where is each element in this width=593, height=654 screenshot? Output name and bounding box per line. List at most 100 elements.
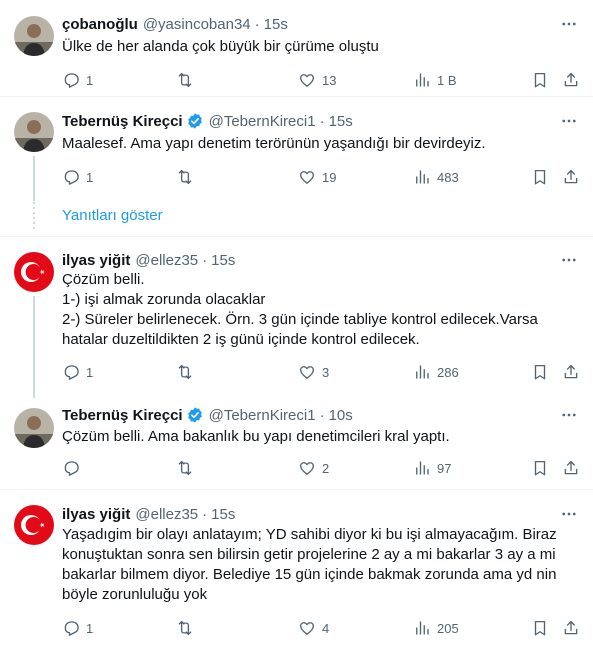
views-button[interactable]: 286 xyxy=(413,362,459,382)
like-button[interactable]: 4 xyxy=(298,618,329,638)
like-button[interactable]: 3 xyxy=(298,362,329,382)
bookmark-button[interactable] xyxy=(531,167,549,187)
tweet[interactable]: çobanoğlu @yasincoban34 · 15s Ülke de he… xyxy=(0,0,593,97)
retweet-button[interactable] xyxy=(176,70,200,90)
more-icon[interactable] xyxy=(557,405,581,425)
reply-icon xyxy=(62,619,80,637)
like-icon xyxy=(298,459,316,477)
bookmark-icon xyxy=(531,363,549,381)
user-handle[interactable]: @ellez35 xyxy=(135,506,198,523)
tweet-header: Tebernüş Kireçci @TebernKireci1 · 10s xyxy=(62,405,353,425)
retweet-icon xyxy=(176,363,194,381)
reply-button[interactable]: 1 xyxy=(62,362,93,382)
share-icon xyxy=(562,71,580,89)
retweet-button[interactable] xyxy=(176,618,200,638)
user-name[interactable]: ilyas yiğit xyxy=(62,252,130,269)
views-count: 97 xyxy=(437,460,452,476)
like-button[interactable]: 13 xyxy=(298,70,336,90)
avatar[interactable] xyxy=(14,408,54,448)
retweet-button[interactable] xyxy=(176,167,200,187)
views-button[interactable]: 205 xyxy=(413,618,459,638)
retweet-icon xyxy=(176,71,194,89)
action-bar: 1 3 286 xyxy=(62,362,582,382)
views-count: 483 xyxy=(437,169,459,185)
avatar[interactable] xyxy=(14,505,54,545)
more-icon[interactable] xyxy=(557,504,581,524)
separator-dot: · xyxy=(319,406,325,424)
more-icon[interactable] xyxy=(557,250,581,270)
avatar[interactable] xyxy=(14,112,54,152)
tweet[interactable]: Tebernüş Kireçci @TebernKireci1 · 10s Çö… xyxy=(0,394,593,490)
thread-line xyxy=(33,296,35,398)
like-icon xyxy=(298,363,316,381)
bookmark-button[interactable] xyxy=(531,70,549,90)
tweet[interactable]: ilyas yiğit @ellez35 · 15s Yaşadıgim bir… xyxy=(0,490,593,654)
reply-button[interactable]: 1 xyxy=(62,167,93,187)
retweet-button[interactable] xyxy=(176,362,200,382)
bookmark-icon xyxy=(531,619,549,637)
views-button[interactable]: 1 B xyxy=(413,70,457,90)
reply-count: 1 xyxy=(86,169,94,185)
share-button[interactable] xyxy=(562,362,580,382)
like-count: 13 xyxy=(322,72,337,88)
timestamp[interactable]: 15s xyxy=(211,252,235,269)
bookmark-icon xyxy=(531,459,549,477)
share-icon xyxy=(562,459,580,477)
reply-icon xyxy=(62,459,80,477)
like-icon xyxy=(298,168,316,186)
timestamp[interactable]: 15s xyxy=(329,113,353,130)
retweet-icon xyxy=(176,168,194,186)
share-icon xyxy=(562,619,580,637)
user-name[interactable]: ilyas yiğit xyxy=(62,506,130,523)
views-icon xyxy=(413,168,431,186)
more-icon[interactable] xyxy=(557,111,581,131)
like-button[interactable]: 2 xyxy=(298,458,329,478)
bookmark-icon xyxy=(531,71,549,89)
reply-button[interactable]: 1 xyxy=(62,618,93,638)
like-button[interactable]: 19 xyxy=(298,167,336,187)
share-button[interactable] xyxy=(562,70,580,90)
timestamp[interactable]: 10s xyxy=(329,407,353,424)
views-count: 205 xyxy=(437,620,459,636)
tweet[interactable]: ilyas yiğit @ellez35 · 15s Çözüm belli. … xyxy=(0,237,593,398)
more-icon[interactable] xyxy=(557,14,581,34)
avatar[interactable] xyxy=(14,252,54,292)
share-button[interactable] xyxy=(562,167,580,187)
views-count: 286 xyxy=(437,364,459,380)
tweet-text: Yaşadıgim bir olayı anlatayım; YD sahibi… xyxy=(62,526,561,603)
bookmark-button[interactable] xyxy=(531,362,549,382)
views-icon xyxy=(413,363,431,381)
user-name[interactable]: Tebernüş Kireçci xyxy=(62,407,183,424)
retweet-button[interactable] xyxy=(176,458,200,478)
like-count: 2 xyxy=(322,460,330,476)
like-count: 19 xyxy=(322,169,337,185)
share-button[interactable] xyxy=(562,618,580,638)
user-handle[interactable]: @ellez35 xyxy=(135,252,198,269)
user-name[interactable]: çobanoğlu xyxy=(62,16,138,33)
reply-button[interactable]: 1 xyxy=(62,70,93,90)
views-button[interactable]: 483 xyxy=(413,167,459,187)
action-bar: 1 19 483 xyxy=(62,167,582,187)
bookmark-button[interactable] xyxy=(531,618,549,638)
bookmark-button[interactable] xyxy=(531,458,549,478)
tweet-text: Ülke de her alanda çok büyük bir çürüme … xyxy=(62,38,379,55)
user-handle[interactable]: @yasincoban34 xyxy=(143,16,251,33)
reply-count: 1 xyxy=(86,72,94,88)
separator-dot: · xyxy=(254,15,260,33)
views-icon xyxy=(413,459,431,477)
reply-button[interactable] xyxy=(62,458,86,478)
show-replies-row[interactable]: Yanıtları göster xyxy=(0,197,593,237)
show-replies-link[interactable]: Yanıtları göster xyxy=(62,207,163,224)
reply-icon xyxy=(62,168,80,186)
user-name[interactable]: Tebernüş Kireçci xyxy=(62,113,183,130)
avatar[interactable] xyxy=(14,16,54,56)
tweet[interactable]: Tebernüş Kireçci @TebernKireci1 · 15s Ma… xyxy=(0,97,593,201)
views-button[interactable]: 97 xyxy=(413,458,451,478)
share-button[interactable] xyxy=(562,458,580,478)
user-handle[interactable]: @TebernKireci1 xyxy=(209,407,316,424)
views-count: 1 B xyxy=(437,72,457,88)
timestamp[interactable]: 15s xyxy=(264,16,288,33)
timestamp[interactable]: 15s xyxy=(211,506,235,523)
user-handle[interactable]: @TebernKireci1 xyxy=(209,113,316,130)
action-bar: 1 13 1 B xyxy=(62,70,582,90)
